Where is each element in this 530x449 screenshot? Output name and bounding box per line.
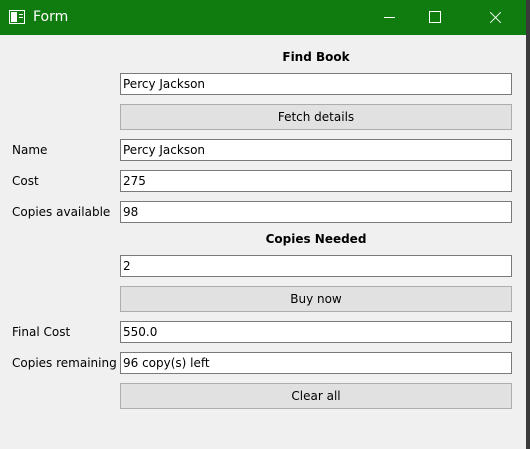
buy-now-button[interactable]: Buy now — [120, 286, 512, 312]
close-button[interactable] — [472, 0, 518, 35]
final-cost-label: Final Cost — [12, 325, 71, 339]
clear-all-button[interactable]: Clear all — [120, 383, 512, 409]
minimize-button[interactable] — [366, 0, 412, 35]
copies-needed-input[interactable]: 2 — [120, 255, 512, 277]
title-bar[interactable]: Form — [0, 0, 526, 35]
window-app-icon — [9, 10, 25, 24]
window-title: Form — [33, 9, 69, 25]
form-window: Form Find Book Percy Jackson Fetch detai… — [0, 0, 526, 449]
minimize-icon — [384, 17, 395, 18]
copies-available-field[interactable]: 98 — [120, 201, 512, 223]
cost-label: Cost — [12, 174, 39, 188]
cost-field[interactable]: 275 — [120, 170, 512, 192]
copies-needed-heading: Copies Needed — [265, 232, 367, 246]
final-cost-field[interactable]: 550.0 — [120, 321, 512, 343]
fetch-details-button[interactable]: Fetch details — [120, 104, 512, 130]
copies-available-label: Copies available — [12, 205, 111, 219]
background-window-edge — [526, 0, 530, 449]
maximize-icon — [429, 11, 441, 23]
find-book-heading: Find Book — [282, 50, 350, 64]
copies-remaining-label: Copies remaining — [12, 356, 117, 370]
book-search-input[interactable]: Percy Jackson — [120, 73, 512, 95]
copies-remaining-field[interactable]: 96 copy(s) left — [120, 352, 512, 374]
name-field[interactable]: Percy Jackson — [120, 139, 512, 161]
name-label: Name — [12, 143, 48, 157]
maximize-button[interactable] — [412, 0, 458, 35]
